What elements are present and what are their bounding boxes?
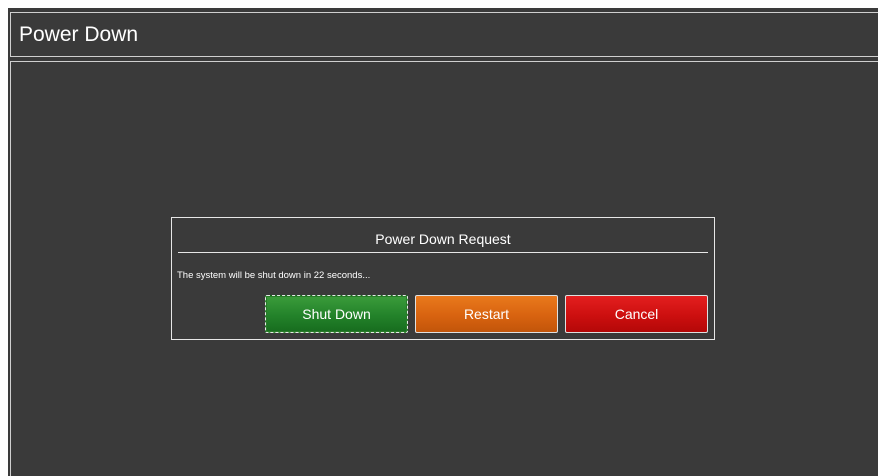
app-screen: Power Down Power Down Request The system… — [8, 8, 878, 476]
shut-down-button[interactable]: Shut Down — [265, 295, 408, 333]
dialog-divider — [178, 252, 708, 253]
dialog-message: The system will be shut down in 22 secon… — [177, 270, 371, 281]
page-title: Power Down — [19, 23, 139, 46]
header-bar: Power Down — [10, 12, 878, 57]
cancel-button[interactable]: Cancel — [565, 295, 708, 333]
dialog-title: Power Down Request — [375, 231, 511, 247]
main-panel: Power Down Request The system will be sh… — [10, 61, 878, 476]
power-down-dialog: Power Down Request The system will be sh… — [171, 217, 715, 340]
restart-button[interactable]: Restart — [415, 295, 558, 333]
